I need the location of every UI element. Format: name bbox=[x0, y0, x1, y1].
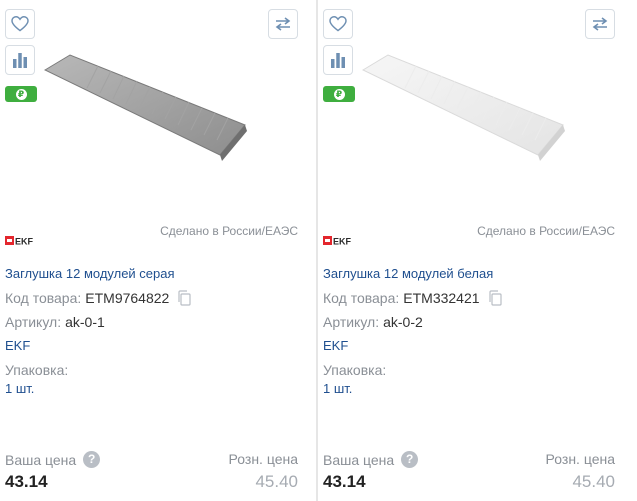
made-in-label: Сделано в России/ЕАЭС bbox=[477, 224, 615, 238]
brand-logo: EKF bbox=[323, 236, 353, 246]
swap-arrows-icon bbox=[275, 17, 291, 31]
your-price-label-row: Ваша цена ? bbox=[5, 451, 101, 468]
favorite-button[interactable] bbox=[323, 9, 353, 39]
bar-chart-icon bbox=[331, 53, 345, 68]
your-price-label-row: Ваша цена ? bbox=[323, 451, 419, 468]
article-label: Артикул: bbox=[5, 314, 62, 330]
retail-price-label: Розн. цена bbox=[228, 451, 298, 467]
product-image-area[interactable]: ₽ bbox=[318, 0, 637, 215]
product-image-area[interactable]: ₽ bbox=[0, 0, 316, 215]
svg-text:EKF: EKF bbox=[333, 237, 352, 247]
svg-text:EKF: EKF bbox=[15, 237, 34, 247]
article-value: ak-0-1 bbox=[65, 314, 105, 330]
packaging-label: Упаковка: bbox=[323, 362, 387, 378]
product-card[interactable]: ₽ EKF Сделано в России/ЕАЭС Заглушка 12 … bbox=[0, 0, 317, 501]
compare-button[interactable] bbox=[323, 45, 353, 75]
bar-chart-icon bbox=[13, 53, 27, 68]
product-code-row: Код товара: ETM9764822 bbox=[5, 290, 191, 306]
retail-price-label: Розн. цена bbox=[545, 451, 615, 467]
product-image[interactable] bbox=[40, 45, 260, 165]
product-image[interactable] bbox=[358, 45, 578, 165]
product-grid: ₽ EKF Сделано в России/ЕАЭС Заглушка 12 … bbox=[0, 0, 637, 501]
your-price-label: Ваша цена bbox=[323, 451, 395, 468]
product-title-link[interactable]: Заглушка 12 модулей серая bbox=[5, 266, 175, 281]
article-row: Артикул: ak-0-2 bbox=[323, 314, 423, 330]
ruble-badge: ₽ bbox=[323, 86, 355, 102]
packaging-label: Упаковка: bbox=[5, 362, 69, 378]
swap-arrows-icon bbox=[592, 17, 608, 31]
swap-button[interactable] bbox=[268, 9, 298, 39]
ruble-badge: ₽ bbox=[5, 86, 37, 102]
product-code: ETM9764822 bbox=[85, 290, 170, 306]
packaging-value[interactable]: 1 шт. bbox=[323, 381, 352, 396]
brand-link[interactable]: EKF bbox=[5, 338, 30, 353]
brand-link[interactable]: EKF bbox=[323, 338, 348, 353]
article-row: Артикул: ak-0-1 bbox=[5, 314, 105, 330]
heart-icon bbox=[329, 16, 347, 32]
your-price: 43.14 bbox=[5, 472, 48, 491]
your-price: 43.14 bbox=[323, 472, 366, 491]
product-card[interactable]: ₽ EKF Сделано в России/ЕАЭС Заглушка 12 … bbox=[317, 0, 637, 501]
copy-icon[interactable] bbox=[488, 290, 502, 306]
product-code-label: Код товара: bbox=[323, 290, 400, 306]
product-code: ETM332421 bbox=[403, 290, 480, 306]
swap-button[interactable] bbox=[585, 9, 615, 39]
article-value: ak-0-2 bbox=[383, 314, 423, 330]
packaging-value[interactable]: 1 шт. bbox=[5, 381, 34, 396]
favorite-button[interactable] bbox=[5, 9, 35, 39]
article-label: Артикул: bbox=[323, 314, 380, 330]
made-in-label: Сделано в России/ЕАЭС bbox=[160, 224, 298, 238]
retail-price: 45.40 bbox=[255, 472, 298, 491]
compare-button[interactable] bbox=[5, 45, 35, 75]
product-code-label: Код товара: bbox=[5, 290, 82, 306]
product-code-row: Код товара: ETM332421 bbox=[323, 290, 502, 306]
help-icon[interactable]: ? bbox=[83, 451, 101, 468]
brand-logo: EKF bbox=[5, 236, 35, 246]
help-icon[interactable]: ? bbox=[401, 451, 419, 468]
copy-icon[interactable] bbox=[177, 290, 191, 306]
ruble-icon: ₽ bbox=[333, 88, 345, 100]
ruble-icon: ₽ bbox=[15, 88, 27, 100]
retail-price: 45.40 bbox=[572, 472, 615, 491]
heart-icon bbox=[11, 16, 29, 32]
product-title-link[interactable]: Заглушка 12 модулей белая bbox=[323, 266, 493, 281]
your-price-label: Ваша цена bbox=[5, 451, 77, 468]
